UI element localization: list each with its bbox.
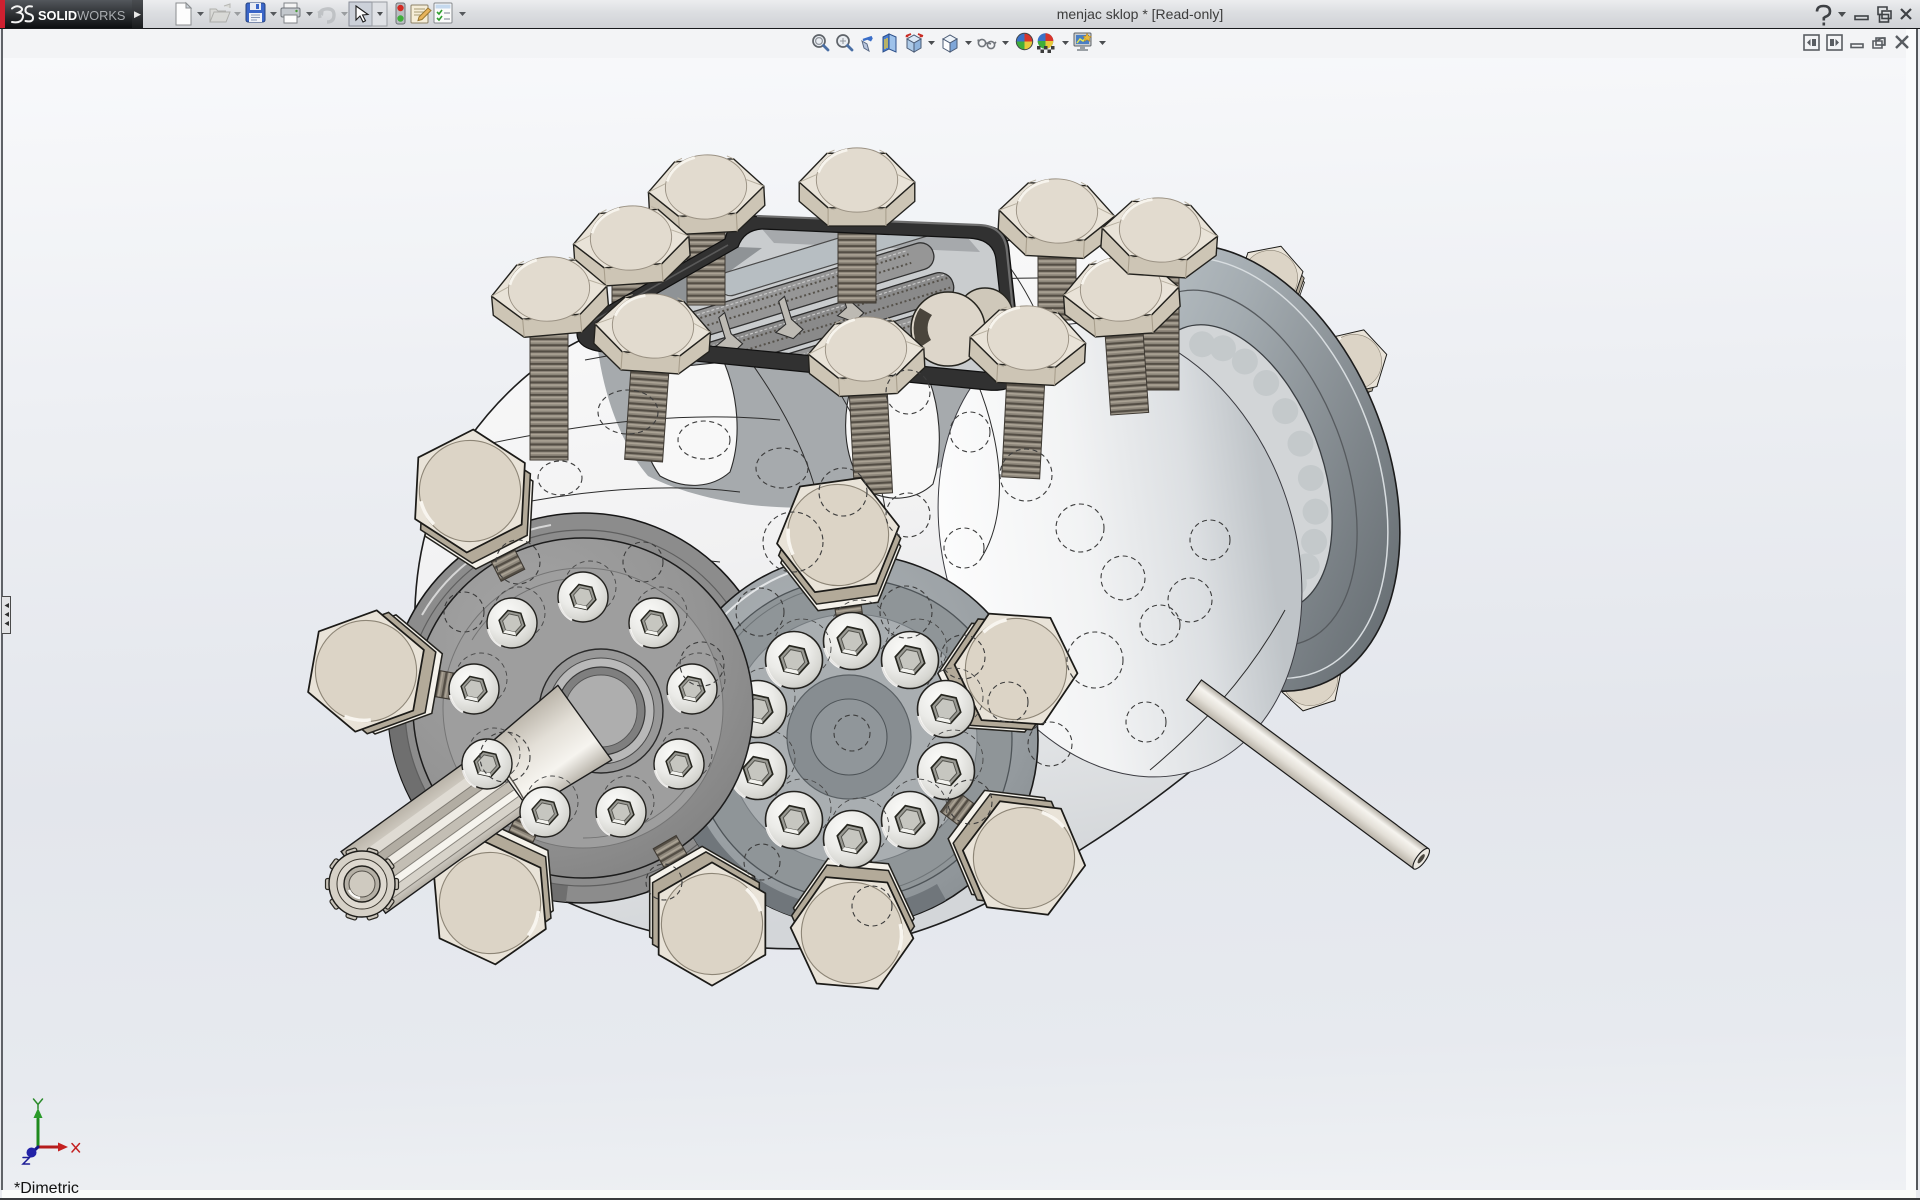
svg-text:SOLIDWORKS: SOLIDWORKS (38, 8, 125, 23)
